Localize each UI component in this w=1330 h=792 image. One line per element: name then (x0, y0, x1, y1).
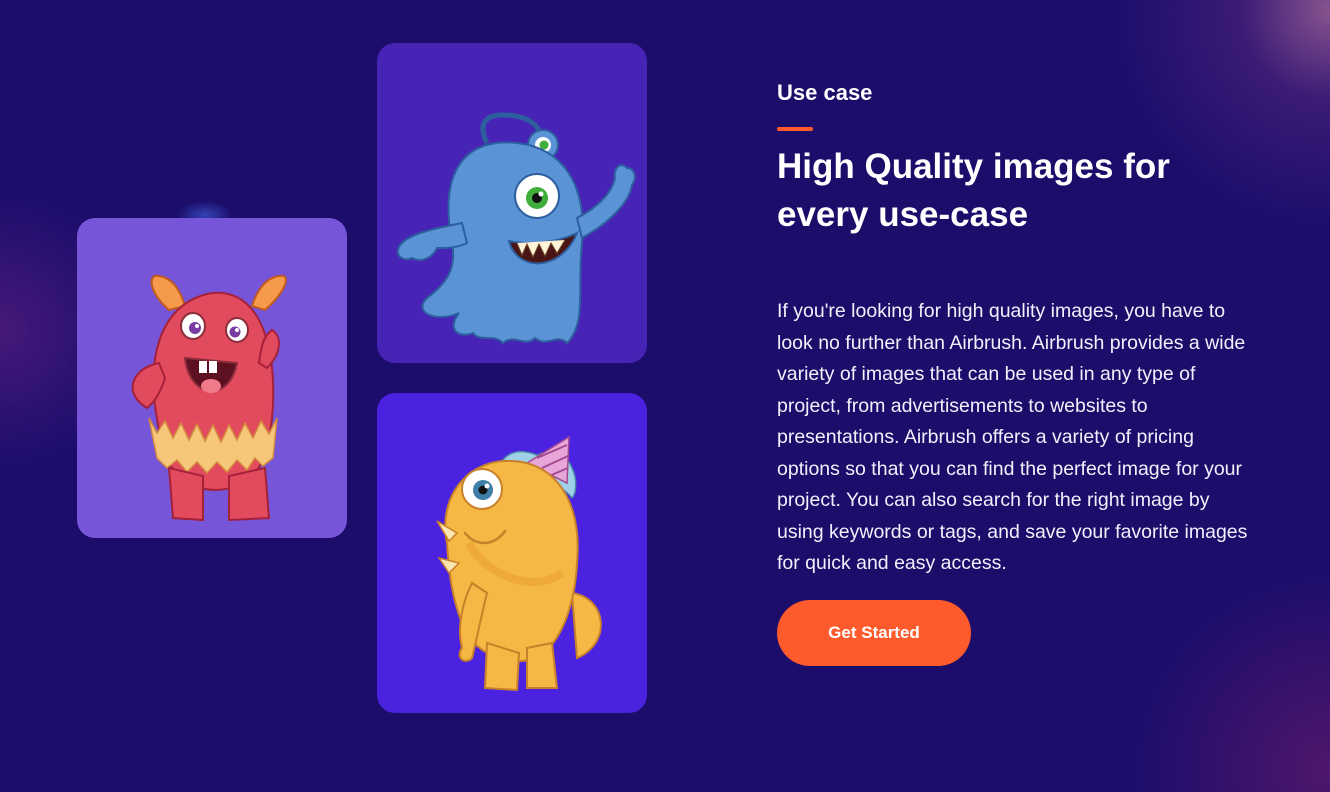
accent-divider (777, 127, 813, 131)
section-description: If you're looking for high quality image… (777, 300, 1248, 574)
red-monster-illustration (131, 274, 287, 522)
blue-monster-illustration (396, 112, 636, 345)
red-monster-card (77, 218, 347, 538)
section-eyebrow: Use case (777, 80, 873, 105)
orange-monster-illustration (436, 435, 602, 692)
orange-monster-card (377, 393, 647, 713)
blue-monster-card (377, 43, 647, 363)
get-started-button[interactable]: Get Started (777, 600, 971, 666)
section-headline: High Quality images for every use-case (777, 147, 1170, 234)
